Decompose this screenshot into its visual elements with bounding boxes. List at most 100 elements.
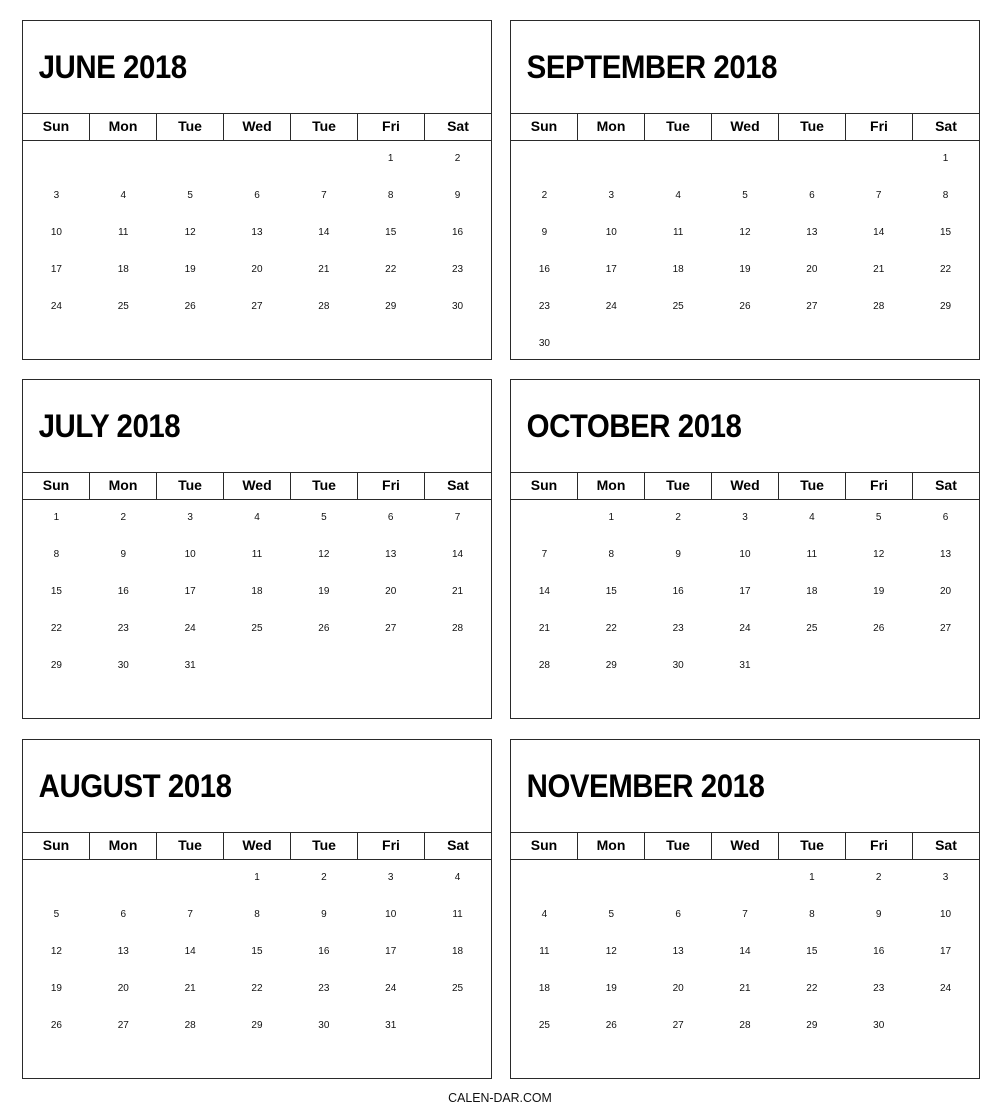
weekday-header: Tue	[778, 473, 845, 499]
date-cell: 2	[875, 872, 882, 883]
date-cell: 21	[873, 264, 885, 275]
date-cell: 19	[605, 983, 617, 994]
date-cell: 4	[454, 872, 461, 883]
weekday-header: Sun	[530, 837, 558, 853]
date-cell: 19	[739, 264, 751, 275]
weekday-header: Mon	[577, 473, 644, 499]
date-cell: 4	[809, 512, 815, 523]
date-cell: 26	[50, 1020, 62, 1031]
date-cell: 15	[806, 946, 818, 957]
date-cell: 20	[251, 264, 263, 275]
date-cell: 11	[251, 549, 263, 560]
date-cell	[912, 1011, 979, 1048]
date-cell: 8	[254, 909, 260, 920]
date-cell: 24	[605, 301, 617, 312]
date-cell: 29	[50, 660, 62, 671]
date-cell: 16	[452, 227, 464, 238]
weekday-header: Wed	[223, 473, 290, 499]
date-cell: 14	[873, 227, 885, 238]
date-cell: 13	[806, 227, 818, 238]
month-card-november: NOVEMBER 2018 Sun Mon Tue Wed Tue Fri Sat 1 2 3 4 5 6…	[510, 739, 980, 1079]
date-cell: 10	[184, 549, 196, 560]
date-cell	[290, 651, 357, 688]
date-cell: 18	[452, 946, 464, 957]
date-cell	[511, 863, 578, 900]
date-cell: 13	[117, 946, 129, 957]
date-cell	[712, 329, 779, 366]
weekday-header: Sun	[530, 118, 558, 134]
weekday-header: Wed	[223, 833, 290, 859]
month-title: JUNE 2018	[38, 49, 188, 85]
date-cell	[90, 144, 157, 181]
weekday-header: Mon	[89, 473, 156, 499]
date-cell: 12	[605, 946, 617, 957]
weekday-header: Tue	[644, 833, 711, 859]
weekday-header: Sat	[424, 114, 491, 140]
date-cell	[511, 503, 578, 540]
date-cell: 30	[318, 1020, 330, 1031]
date-cell: 8	[608, 549, 615, 560]
date-cell: 6	[675, 909, 681, 920]
date-cell: 1	[608, 512, 615, 523]
date-cell	[845, 329, 912, 366]
date-cell: 11	[672, 227, 684, 238]
weekday-header: Sat	[424, 473, 491, 499]
date-cell	[845, 144, 912, 181]
date-cell: 22	[50, 623, 62, 634]
weekday-header: Fri	[845, 473, 912, 499]
date-cell: 27	[672, 1020, 684, 1031]
date-cell: 18	[672, 264, 684, 275]
weekday-header: Tue	[644, 114, 711, 140]
date-cell: 22	[251, 983, 263, 994]
date-cell: 12	[50, 946, 62, 957]
date-cell: 3	[187, 512, 193, 523]
weekday-header-row: Sun Mon Tue Wed Tue Fri Sat	[511, 472, 979, 500]
weekday-header: Sat	[424, 833, 491, 859]
date-cell	[778, 651, 845, 688]
date-cell: 30	[873, 1020, 885, 1031]
date-cell: 28	[873, 301, 885, 312]
date-cell: 23	[672, 623, 684, 634]
date-grid: 1 2 3 4 5 6 7 8 9 10 11 12 13 14 15 16 17 18 19 20 21 22 23 24 2…	[511, 500, 979, 688]
date-cell: 14	[184, 946, 196, 957]
date-cell: 4	[120, 190, 127, 201]
date-cell: 16	[873, 946, 885, 957]
date-cell: 25	[251, 623, 263, 634]
date-cell: 28	[452, 623, 464, 634]
date-cell: 14	[452, 549, 464, 560]
date-cell: 9	[675, 549, 681, 560]
date-cell	[224, 651, 291, 688]
date-cell: 23	[538, 301, 550, 312]
date-cell: 3	[53, 190, 60, 201]
date-cell: 31	[385, 1020, 397, 1031]
date-cell: 28	[538, 660, 550, 671]
date-cell: 12	[873, 549, 885, 560]
date-cell: 25	[452, 983, 464, 994]
date-cell: 29	[806, 1020, 818, 1031]
date-cell: 17	[940, 946, 952, 957]
date-cell: 2	[321, 872, 327, 883]
date-cell: 8	[53, 549, 60, 560]
date-cell: 2	[120, 512, 127, 523]
date-cell: 31	[184, 660, 196, 671]
date-cell: 26	[318, 623, 330, 634]
date-cell: 10	[605, 227, 617, 238]
date-cell: 25	[672, 301, 684, 312]
date-cell: 8	[809, 909, 815, 920]
date-grid: 1 2 3 4 5 6 7 8 9 10 11 12 13 14 15 16 17 18 19 20 21 22 23 24 2…	[511, 860, 979, 1048]
date-cell: 22	[385, 264, 397, 275]
weekday-header: Tue	[644, 473, 711, 499]
month-card-august: AUGUST 2018 Sun Mon Tue Wed Tue Fri Sat 1 2 3 4 5 6 7 8…	[22, 739, 492, 1079]
date-cell: 5	[321, 512, 327, 523]
date-cell	[157, 863, 224, 900]
date-cell: 24	[739, 623, 751, 634]
date-cell: 17	[50, 264, 62, 275]
date-cell	[424, 1011, 491, 1048]
weekday-header: Fri	[357, 833, 424, 859]
weekday-header-row: Sun Mon Tue Wed Tue Fri Sat	[23, 113, 491, 141]
weekday-header-row: Sun Mon Tue Wed Tue Fri Sat	[23, 832, 491, 860]
date-cell	[424, 651, 491, 688]
date-cell: 15	[940, 227, 952, 238]
date-cell: 1	[942, 153, 949, 164]
date-cell: 15	[50, 586, 62, 597]
